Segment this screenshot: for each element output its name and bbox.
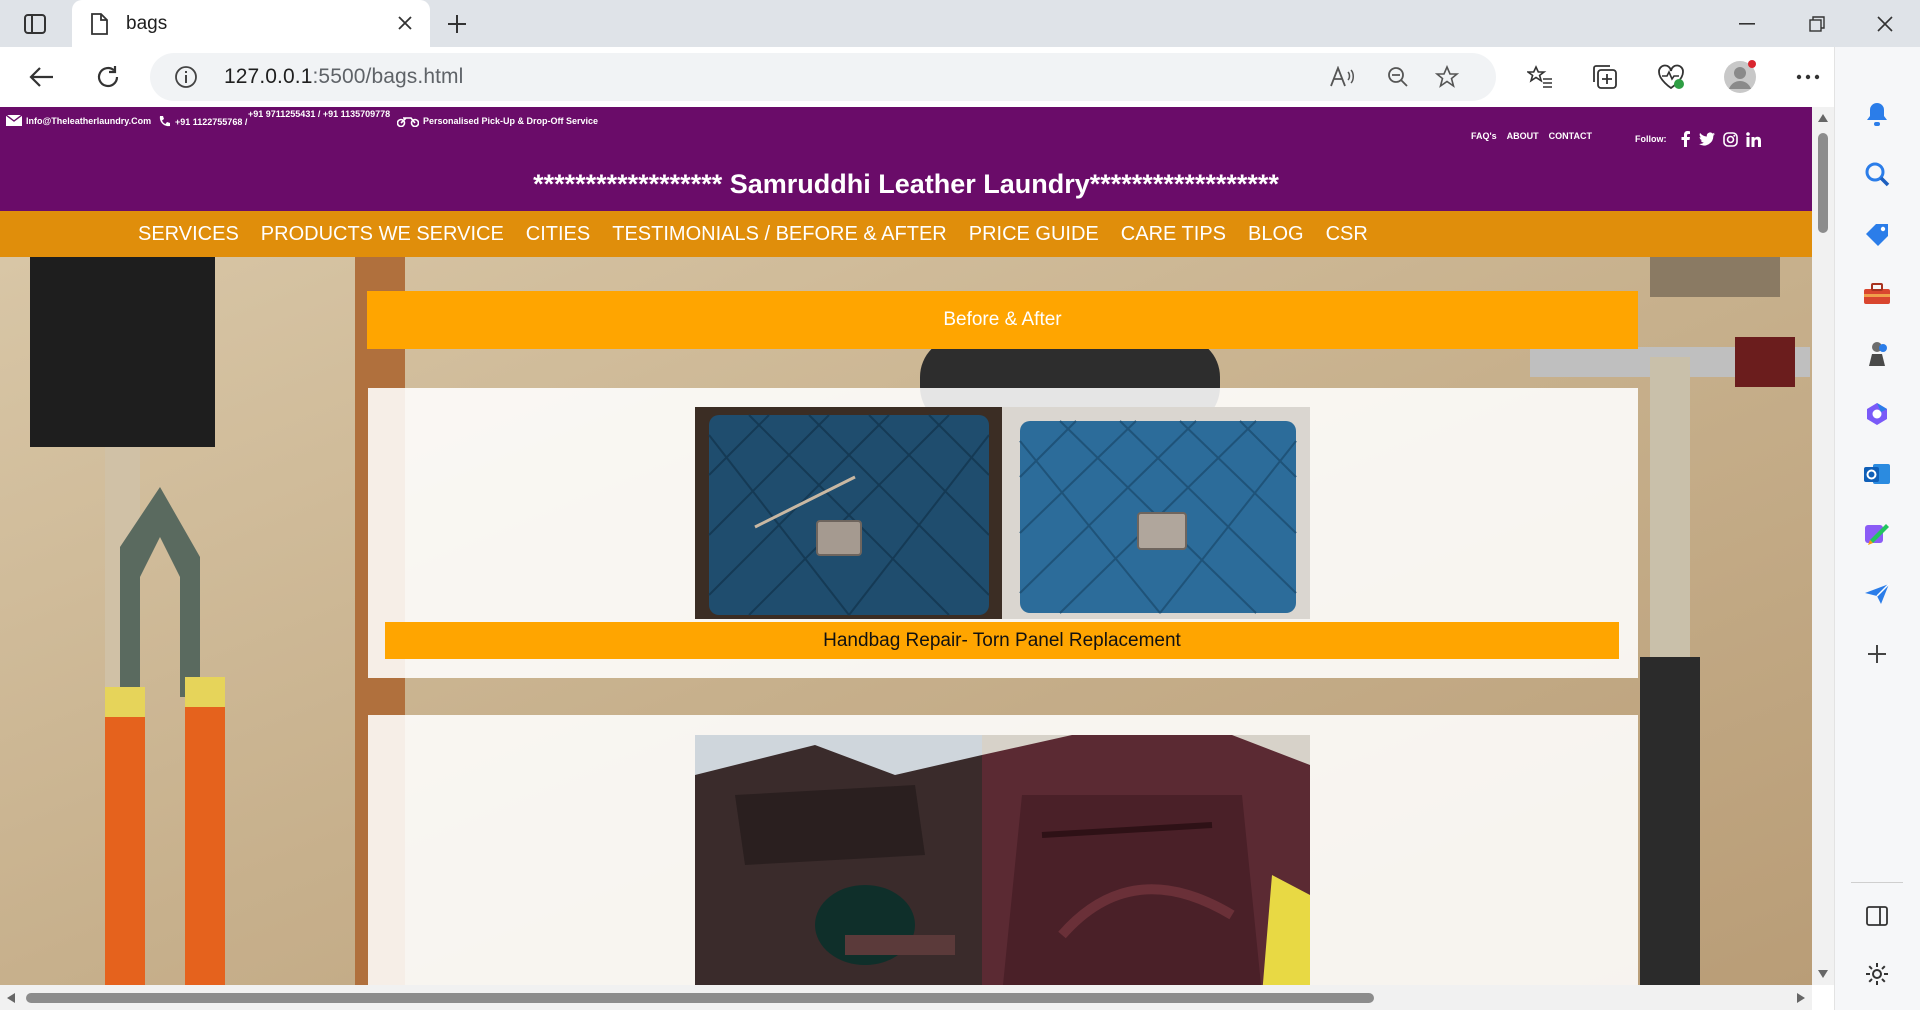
contact-phone-2[interactable]: +91 9711255431 / +91 1135709778 — [248, 109, 390, 119]
email-text: Info@Theleatherlaundry.Com — [26, 115, 152, 126]
nav-services[interactable]: SERVICES — [138, 223, 239, 246]
instagram-icon[interactable] — [1722, 131, 1738, 147]
scroll-right-icon[interactable] — [1796, 992, 1806, 1004]
search-icon[interactable] — [1860, 157, 1894, 191]
designer-icon[interactable] — [1860, 517, 1894, 551]
favorite-star-icon[interactable] — [1432, 63, 1462, 91]
minimize-icon[interactable] — [1720, 8, 1774, 40]
close-tab-icon[interactable] — [394, 12, 416, 34]
add-sidebar-app-icon[interactable] — [1860, 637, 1894, 671]
back-icon[interactable] — [22, 57, 62, 97]
url-path: :5500/bags.html — [312, 65, 464, 88]
before-photo — [695, 407, 1002, 619]
site-info-icon[interactable] — [174, 65, 198, 94]
follow-label: Follow: — [1635, 134, 1667, 144]
shopping-tag-icon[interactable] — [1860, 217, 1894, 251]
tab-actions-icon[interactable] — [18, 10, 52, 38]
outlook-icon[interactable] — [1860, 457, 1894, 491]
nav-testimonials[interactable]: TESTIMONIALS / BEFORE & AFTER — [612, 223, 947, 246]
url-host: 127.0.0.1 — [224, 65, 313, 88]
browser-essentials-icon[interactable] — [1651, 57, 1691, 97]
games-icon[interactable] — [1860, 337, 1894, 371]
scroll-left-icon[interactable] — [6, 992, 16, 1004]
zoom-out-icon[interactable] — [1383, 63, 1413, 91]
restore-icon[interactable] — [1790, 8, 1844, 40]
send-icon[interactable] — [1860, 577, 1894, 611]
service-text: Personalised Pick-Up & Drop-Off Service — [423, 116, 599, 126]
before-photo — [695, 735, 982, 985]
before-after-card — [368, 715, 1638, 985]
facebook-icon[interactable] — [1681, 131, 1691, 147]
top-links: FAQ's ABOUT CONTACT — [1471, 131, 1592, 141]
page-icon — [90, 13, 108, 40]
contact-email[interactable]: Info@Theleatherlaundry.Com — [6, 115, 151, 126]
microsoft365-icon[interactable] — [1860, 397, 1894, 431]
social-follow: Follow: — [1635, 131, 1761, 147]
sidebar-divider — [1851, 882, 1903, 883]
section-heading: Before & After — [367, 291, 1638, 349]
vertical-scroll-thumb[interactable] — [1818, 133, 1828, 233]
nav-cities[interactable]: CITIES — [526, 223, 590, 246]
url-text[interactable]: 127.0.0.1:5500/bags.html — [224, 65, 463, 89]
mail-icon — [6, 115, 22, 126]
twitter-icon[interactable] — [1698, 132, 1715, 146]
nav-products[interactable]: PRODUCTS WE SERVICE — [261, 223, 504, 246]
nav-care-tips[interactable]: CARE TIPS — [1121, 223, 1226, 246]
horizontal-scroll-thumb[interactable] — [26, 993, 1374, 1003]
before-after-card: Handbag Repair- Torn Panel Replacement — [368, 388, 1638, 678]
site-header: Info@Theleatherlaundry.Com +91 112275576… — [0, 107, 1812, 211]
phone-text: +91 1122755768 / — [175, 116, 248, 127]
page-viewport: Info@Theleatherlaundry.Com +91 112275576… — [0, 107, 1812, 985]
phone2-text: +91 9711255431 / +91 1135709778 — [248, 109, 391, 119]
refresh-icon[interactable] — [88, 57, 128, 97]
nav-price-guide[interactable]: PRICE GUIDE — [969, 223, 1099, 246]
pickup-service: Personalised Pick-Up & Drop-Off Service — [397, 115, 598, 127]
collections-icon[interactable] — [1585, 57, 1625, 97]
contact-phone[interactable]: +91 1122755768 / — [158, 115, 247, 128]
edge-sidebar — [1834, 47, 1920, 1010]
nav-blog[interactable]: BLOG — [1248, 223, 1304, 246]
brand-title: ****************** Samruddhi Leather Lau… — [533, 169, 1279, 199]
about-link[interactable]: ABOUT — [1507, 131, 1539, 141]
main-nav: SERVICES PRODUCTS WE SERVICE CITIES TEST… — [0, 211, 1812, 257]
notifications-icon[interactable] — [1860, 97, 1894, 131]
tools-icon[interactable] — [1860, 277, 1894, 311]
scroll-up-icon[interactable] — [1817, 113, 1829, 123]
browser-tab[interactable]: bags — [72, 0, 430, 47]
horizontal-scrollbar[interactable] — [0, 985, 1812, 1010]
read-aloud-icon[interactable] — [1327, 63, 1357, 91]
after-photo — [1002, 407, 1310, 619]
motorcycle-icon — [397, 117, 419, 127]
faq-link[interactable]: FAQ's — [1471, 131, 1497, 141]
address-bar[interactable]: 127.0.0.1:5500/bags.html — [150, 53, 1496, 101]
hide-sidebar-icon[interactable] — [1860, 899, 1894, 933]
browser-toolbar: 127.0.0.1:5500/bags.html — [0, 47, 1920, 107]
new-tab-icon[interactable] — [440, 9, 474, 39]
settings-gear-icon[interactable] — [1860, 957, 1894, 991]
phone-icon — [159, 116, 170, 127]
contact-link[interactable]: CONTACT — [1549, 131, 1592, 141]
tab-title: bags — [126, 13, 168, 34]
profile-avatar[interactable] — [1720, 57, 1760, 97]
linkedin-icon[interactable] — [1745, 131, 1761, 147]
after-photo — [982, 735, 1310, 985]
favorites-icon[interactable] — [1520, 57, 1560, 97]
tab-bar: bags — [0, 0, 1920, 47]
scroll-down-icon[interactable] — [1817, 969, 1829, 979]
close-window-icon[interactable] — [1858, 8, 1912, 40]
item-caption: Handbag Repair- Torn Panel Replacement — [385, 622, 1619, 659]
vertical-scrollbar[interactable] — [1812, 107, 1834, 985]
nav-csr[interactable]: CSR — [1326, 223, 1368, 246]
more-options-icon[interactable] — [1788, 57, 1828, 97]
